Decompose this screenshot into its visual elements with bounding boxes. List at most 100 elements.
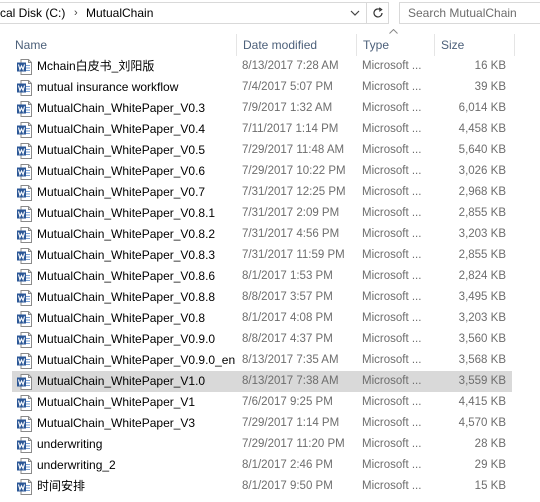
- file-name: underwriting: [37, 437, 103, 451]
- file-date-modified: 8/13/2017 7:35 AM: [242, 354, 339, 366]
- file-type: Microsoft ...: [362, 60, 422, 72]
- refresh-icon[interactable]: [366, 3, 388, 23]
- file-row[interactable]: Mchain白皮书_刘阳版 8/13/2017 7:28 AM Microsoft …: [12, 56, 512, 77]
- file-size: 2,968 KB: [458, 186, 506, 198]
- file-size: 39 KB: [474, 81, 506, 93]
- file-row[interactable]: 时间安排 8/1/2017 9:50 PM Microsoft ... 15 KB: [12, 476, 512, 497]
- word-document-icon: [17, 311, 32, 327]
- column-header-size[interactable]: Size: [434, 34, 514, 56]
- word-document-icon: [17, 437, 32, 453]
- file-type: Microsoft ...: [362, 270, 422, 282]
- file-type: Microsoft ...: [362, 207, 422, 219]
- file-date-modified: 8/13/2017 7:28 AM: [242, 60, 339, 72]
- word-document-icon: [17, 290, 32, 306]
- file-date-modified: 8/1/2017 9:50 PM: [242, 480, 333, 492]
- word-document-icon: [17, 185, 32, 201]
- word-document-icon: [17, 101, 32, 117]
- file-name: MutualChain_WhitePaper_V1: [37, 395, 196, 409]
- file-name: MutualChain_WhitePaper_V0.6: [37, 164, 206, 178]
- word-document-icon: [17, 479, 32, 495]
- column-header-name[interactable]: Name: [9, 34, 236, 56]
- file-type: Microsoft ...: [362, 102, 422, 114]
- chevron-down-icon[interactable]: [344, 3, 366, 23]
- breadcrumb-local-disk[interactable]: cal Disk (C:): [0, 6, 65, 20]
- file-row[interactable]: MutualChain_WhitePaper_V0.8.2 7/31/2017 4…: [12, 224, 512, 245]
- file-date-modified: 7/11/2017 1:14 PM: [242, 123, 339, 135]
- file-date-modified: 8/8/2017 4:37 PM: [242, 333, 333, 345]
- file-row[interactable]: MutualChain_WhitePaper_V0.8.8 8/8/2017 3:…: [12, 287, 512, 308]
- file-size: 6,014 KB: [458, 102, 506, 114]
- file-row[interactable]: MutualChain_WhitePaper_V0.8.1 7/31/2017 2…: [12, 203, 512, 224]
- file-row[interactable]: MutualChain_WhitePaper_V0.8.6 8/1/2017 1:…: [12, 266, 512, 287]
- file-type: Microsoft ...: [362, 354, 422, 366]
- file-size: 3,203 KB: [458, 228, 506, 240]
- file-date-modified: 7/31/2017 2:09 PM: [242, 207, 340, 219]
- word-document-icon: [17, 248, 32, 264]
- file-name: MutualChain_WhitePaper_V0.8.2: [37, 227, 216, 241]
- file-type: Microsoft ...: [362, 228, 422, 240]
- file-name: MutualChain_WhitePaper_V0.3: [37, 101, 206, 115]
- file-name: MutualChain_WhitePaper_V0.7: [37, 185, 206, 199]
- file-size: 3,568 KB: [458, 354, 506, 366]
- file-date-modified: 7/31/2017 11:59 PM: [242, 249, 345, 261]
- file-row[interactable]: MutualChain_WhitePaper_V0.6 7/29/2017 10:…: [12, 161, 512, 182]
- file-row[interactable]: MutualChain_WhitePaper_V0.9.0 8/8/2017 4:…: [12, 329, 512, 350]
- file-row[interactable]: MutualChain_WhitePaper_V3 7/29/2017 1:14 …: [12, 413, 512, 434]
- file-date-modified: 8/1/2017 1:53 PM: [242, 270, 333, 282]
- file-date-modified: 7/31/2017 4:56 PM: [242, 228, 340, 240]
- file-name: underwriting_2: [37, 458, 116, 472]
- search-input[interactable]: Search MutualChain: [399, 2, 540, 24]
- file-date-modified: 7/29/2017 11:20 PM: [242, 438, 345, 450]
- word-document-icon: [17, 353, 32, 369]
- file-type: Microsoft ...: [362, 312, 422, 324]
- file-row[interactable]: MutualChain_WhitePaper_V0.8 8/1/2017 4:08…: [12, 308, 512, 329]
- file-size: 29 KB: [474, 459, 506, 471]
- file-name: MutualChain_WhitePaper_V1.0: [37, 374, 206, 388]
- file-row[interactable]: MutualChain_WhitePaper_V0.3 7/9/2017 1:32…: [12, 98, 512, 119]
- file-type: Microsoft ...: [362, 417, 422, 429]
- file-row[interactable]: mutual insurance workflow 7/4/2017 5:07 P…: [12, 77, 512, 98]
- file-row[interactable]: MutualChain_WhitePaper_V0.7 7/31/2017 12:…: [12, 182, 512, 203]
- file-type: Microsoft ...: [362, 186, 422, 198]
- file-size: 4,415 KB: [458, 396, 506, 408]
- file-type: Microsoft ...: [362, 144, 422, 156]
- file-row[interactable]: MutualChain_WhitePaper_V0.8.3 7/31/2017 1…: [12, 245, 512, 266]
- file-size: 28 KB: [474, 438, 506, 450]
- file-name: MutualChain_WhitePaper_V0.8: [37, 311, 206, 325]
- file-name: MutualChain_WhitePaper_V3: [37, 416, 196, 430]
- file-size: 2,824 KB: [458, 270, 506, 282]
- word-document-icon: [17, 122, 32, 138]
- file-row[interactable]: MutualChain_WhitePaper_V1 7/6/2017 9:25 P…: [12, 392, 512, 413]
- file-name: 时间安排: [37, 479, 86, 493]
- column-header-type[interactable]: Type: [356, 34, 434, 56]
- column-header-row: Name Date modified Type Size: [0, 34, 540, 56]
- file-size: 5,640 KB: [458, 144, 506, 156]
- file-row[interactable]: underwriting_2 8/1/2017 2:46 PM Microsoft …: [12, 455, 512, 476]
- file-size: 2,855 KB: [458, 207, 506, 219]
- file-row[interactable]: MutualChain_WhitePaper_V1.0 8/13/2017 7:3…: [12, 371, 512, 392]
- file-size: 3,559 KB: [458, 375, 506, 387]
- column-header-date-modified[interactable]: Date modified: [236, 34, 356, 56]
- file-size: 2,855 KB: [458, 249, 506, 261]
- file-size: 3,495 KB: [458, 291, 506, 303]
- file-date-modified: 8/8/2017 3:57 PM: [242, 291, 333, 303]
- file-name: MutualChain_WhitePaper_V0.8.6: [37, 269, 216, 283]
- file-name: Mchain白皮书_刘阳版: [37, 59, 155, 73]
- file-type: Microsoft ...: [362, 333, 422, 345]
- file-date-modified: 7/31/2017 12:25 PM: [242, 186, 346, 198]
- file-type: Microsoft ...: [362, 459, 422, 471]
- word-document-icon: [17, 395, 32, 411]
- file-name: MutualChain_WhitePaper_V0.5: [37, 143, 206, 157]
- file-size: 15 KB: [474, 480, 506, 492]
- word-document-icon: [17, 332, 32, 348]
- file-row[interactable]: MutualChain_WhitePaper_V0.5 7/29/2017 11:…: [12, 140, 512, 161]
- file-name: MutualChain_WhitePaper_V0.8.1: [37, 206, 216, 220]
- word-document-icon: [17, 458, 32, 474]
- address-bar[interactable]: cal Disk (C:) › MutualChain: [0, 2, 389, 24]
- file-row[interactable]: underwriting 7/29/2017 11:20 PM Microsoft …: [12, 434, 512, 455]
- file-row[interactable]: MutualChain_WhitePaper_V0.4 7/11/2017 1:1…: [12, 119, 512, 140]
- file-date-modified: 8/1/2017 4:08 PM: [242, 312, 333, 324]
- file-row[interactable]: MutualChain_WhitePaper_V0.9.0_en 8/13/201…: [12, 350, 512, 371]
- breadcrumb-separator-icon[interactable]: ›: [74, 7, 78, 19]
- breadcrumb-mutualchain[interactable]: MutualChain: [86, 6, 153, 20]
